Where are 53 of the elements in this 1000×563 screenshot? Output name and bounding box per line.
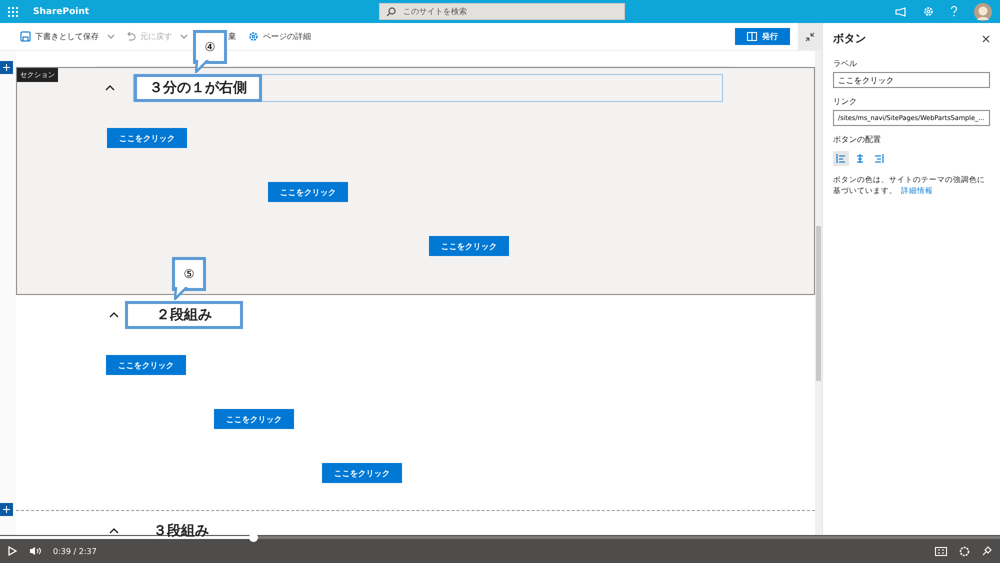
field-label: ボタンの配置 <box>833 134 882 145</box>
search-icon <box>386 6 396 16</box>
click-here-button[interactable]: ここをクリック <box>107 128 187 148</box>
progress-track[interactable] <box>0 536 1000 539</box>
undo-icon <box>125 31 136 42</box>
chevron-up-icon[interactable] <box>105 85 115 91</box>
publish-button[interactable]: 発行 <box>735 28 790 45</box>
video-time: 0:39 / 2:37 <box>53 546 97 556</box>
callout-pointer <box>174 287 188 300</box>
callout: ④ <box>193 30 227 64</box>
search-field[interactable]: このサイトを検索 <box>401 6 601 17</box>
plus-icon <box>3 506 10 513</box>
click-here-button[interactable]: ここをクリック <box>268 182 348 202</box>
callout-pointer <box>195 60 209 73</box>
collapse-button[interactable] <box>798 23 822 50</box>
pin-icon[interactable] <box>982 546 992 556</box>
search-box[interactable]: このサイトを検索 <box>379 3 625 20</box>
panel-title: ボタン <box>833 31 866 46</box>
chevron-down-icon[interactable] <box>107 34 115 40</box>
close-button[interactable] <box>982 34 990 42</box>
play-icon[interactable] <box>8 546 17 556</box>
gear-icon <box>248 31 259 42</box>
click-here-button[interactable]: ここをクリック <box>106 355 186 375</box>
megaphone-icon[interactable] <box>895 6 907 16</box>
add-section-button[interactable] <box>0 503 13 516</box>
add-section-button[interactable] <box>0 61 13 74</box>
toolbar-button[interactable]: 下書きとして保存 <box>16 31 103 42</box>
chevron-up-icon[interactable] <box>109 528 119 534</box>
alignment-icon <box>855 153 865 164</box>
help-icon[interactable] <box>950 6 958 17</box>
plus-icon <box>3 64 10 71</box>
title-field[interactable]: ３分の１が右側 <box>133 74 723 102</box>
alignment-icon <box>836 153 846 164</box>
align-left-button[interactable] <box>833 151 849 166</box>
toolbar-button[interactable]: ページの詳細 <box>244 31 315 42</box>
alignment-icon <box>874 153 884 164</box>
callout: ⑤ <box>172 257 206 291</box>
app-launcher-icon[interactable] <box>8 6 18 16</box>
volume-icon[interactable] <box>29 546 41 556</box>
click-here-button[interactable]: ここをクリック <box>214 409 294 429</box>
captions-icon[interactable] <box>935 546 947 556</box>
field-label: ラベル <box>833 58 858 69</box>
toolbar-button[interactable]: 棄 <box>224 31 240 42</box>
chevron-up-icon[interactable] <box>109 312 119 318</box>
collapse-arrows-icon <box>805 32 815 42</box>
click-here-button[interactable]: ここをクリック <box>322 463 402 483</box>
section-heading: ３段組み <box>152 522 210 541</box>
label-input[interactable]: ここをクリック <box>833 72 990 88</box>
field-label: リンク <box>833 96 858 107</box>
settings-icon[interactable] <box>959 546 970 556</box>
app-name[interactable]: SharePoint <box>33 6 379 16</box>
click-here-button[interactable]: ここをクリック <box>429 236 509 256</box>
close-icon <box>982 34 990 42</box>
